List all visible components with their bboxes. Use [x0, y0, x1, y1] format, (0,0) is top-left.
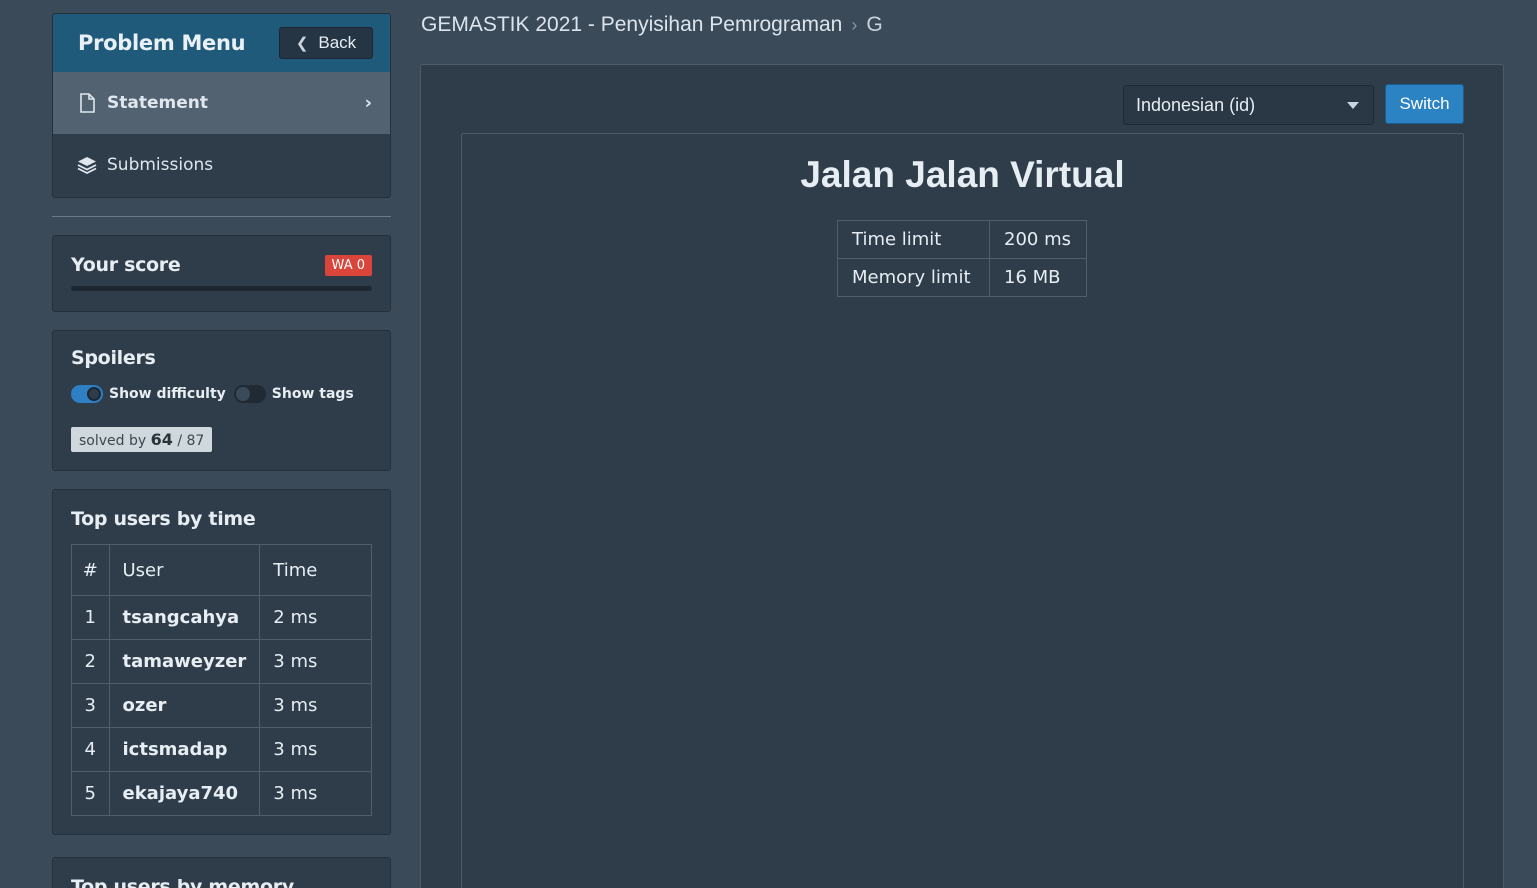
time-cell: 2 ms [259, 595, 372, 640]
table-row: 5 ekajaya740 3 ms [71, 771, 372, 816]
memory-limit-label: Memory limit [837, 258, 990, 297]
top-time-title: Top users by time [71, 508, 256, 530]
rank-cell: 4 [71, 727, 110, 772]
show-tags-label: Show tags [271, 386, 354, 402]
switch-language-button[interactable]: Switch [1385, 84, 1464, 124]
time-cell: 3 ms [259, 639, 372, 684]
time-cell: 3 ms [259, 771, 372, 816]
menu-item-statement-label: Statement [107, 93, 208, 113]
file-icon [77, 93, 97, 113]
sidebar: Problem Menu ❮ Back Statement › Submissi… [52, 13, 391, 835]
caret-down-icon [1347, 102, 1359, 109]
chevron-right-icon: › [364, 92, 372, 114]
solved-by-prefix: solved by [79, 433, 147, 449]
solved-count: 64 [150, 430, 173, 449]
column-header-rank: # [71, 544, 110, 596]
menu-item-submissions[interactable]: Submissions [53, 134, 390, 196]
score-card: Your score WA 0 [52, 235, 391, 312]
user-link[interactable]: tamaweyzer [108, 639, 261, 684]
problem-menu-header: Problem Menu ❮ Back [53, 14, 390, 72]
back-button-label: Back [318, 33, 357, 52]
rank-cell: 2 [71, 639, 110, 684]
user-link[interactable]: ozer [108, 683, 261, 728]
user-link[interactable]: ekajaya740 [108, 771, 261, 816]
sidebar-divider [52, 216, 391, 217]
limits-table: Time limit 200 ms Memory limit 16 MB [837, 220, 1087, 297]
table-row: 4 ictsmadap 3 ms [71, 727, 372, 772]
column-header-user: User [108, 544, 261, 596]
breadcrumb-current: G [866, 13, 883, 36]
chevron-right-icon: › [851, 14, 858, 35]
menu-item-statement[interactable]: Statement › [53, 72, 390, 134]
problem-card: Indonesian (id) Switch Jalan Jalan Virtu… [420, 64, 1504, 888]
table-header-row: # User Time [71, 544, 372, 596]
top-memory-card: Top users by memory [52, 857, 391, 888]
show-difficulty-toggle[interactable]: Show difficulty [71, 385, 226, 403]
solved-by-badge: solved by 64 / 87 [71, 427, 213, 452]
time-cell: 3 ms [259, 683, 372, 728]
memory-limit-value: 16 MB [989, 258, 1087, 297]
problem-menu: Problem Menu ❮ Back Statement › Submissi… [52, 13, 391, 198]
solved-total: / 87 [177, 433, 205, 449]
rank-cell: 1 [71, 595, 110, 640]
table-row: 2 tamaweyzer 3 ms [71, 639, 372, 684]
problem-statement: Jalan Jalan Virtual Time limit 200 ms Me… [461, 133, 1464, 888]
time-limit-value: 200 ms [989, 220, 1087, 259]
time-limit-label: Time limit [837, 220, 990, 259]
user-link[interactable]: ictsmadap [108, 727, 261, 772]
chevron-left-icon: ❮ [295, 35, 309, 52]
table-row: 1 tsangcahya 2 ms [71, 595, 372, 640]
problem-menu-title: Problem Menu [78, 31, 246, 55]
top-time-card: Top users by time # User Time 1 tsangcah… [52, 489, 391, 835]
time-cell: 3 ms [259, 727, 372, 772]
spoilers-card: Spoilers Show difficulty Show tags solve… [52, 330, 391, 471]
show-tags-toggle[interactable]: Show tags [233, 385, 354, 403]
score-progress-bar [71, 286, 372, 291]
problem-title: Jalan Jalan Virtual [800, 154, 1125, 195]
table-row: Memory limit 16 MB [837, 258, 1087, 297]
breadcrumb: GEMASTIK 2021 - Penyisihan Pemrograman ›… [421, 13, 883, 37]
toggle-switch-off[interactable] [233, 385, 266, 403]
top-memory-title: Top users by memory [71, 876, 294, 888]
table-row: Time limit 200 ms [837, 220, 1087, 259]
top-time-table: # User Time 1 tsangcahya 2 ms 2 tamaweyz… [71, 544, 372, 816]
table-row: 3 ozer 3 ms [71, 683, 372, 728]
breadcrumb-contest-link[interactable]: GEMASTIK 2021 - Penyisihan Pemrograman [421, 13, 842, 37]
rank-cell: 3 [71, 683, 110, 728]
rank-cell: 5 [71, 771, 110, 816]
toggle-switch-on[interactable] [71, 385, 103, 403]
column-header-time: Time [259, 544, 372, 596]
spoilers-title: Spoilers [71, 347, 156, 369]
menu-item-submissions-label: Submissions [107, 155, 214, 175]
back-button[interactable]: ❮ Back [279, 27, 373, 59]
score-badge: WA 0 [324, 254, 372, 276]
language-select[interactable]: Indonesian (id) [1123, 85, 1374, 125]
show-difficulty-label: Show difficulty [109, 386, 226, 402]
score-title: Your score [71, 254, 181, 276]
user-link[interactable]: tsangcahya [108, 595, 261, 640]
language-select-value: Indonesian (id) [1136, 94, 1256, 115]
layers-icon [77, 156, 97, 174]
